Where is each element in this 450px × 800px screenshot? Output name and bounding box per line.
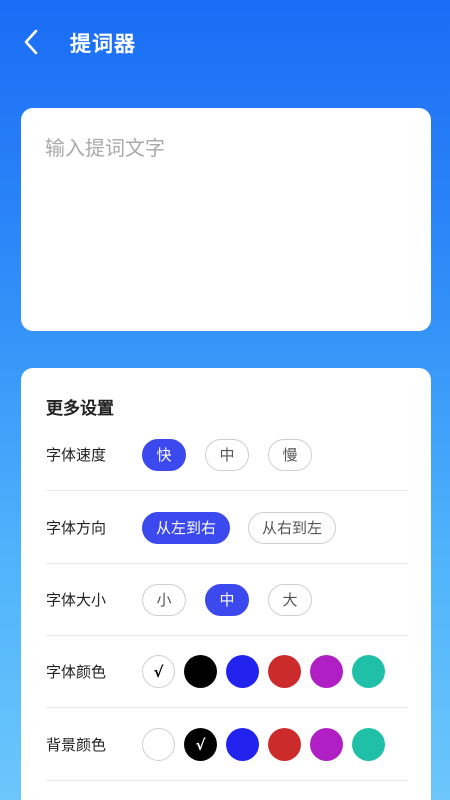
prompt-text-card	[21, 108, 431, 331]
size-option-large[interactable]: 大	[268, 583, 312, 616]
bg-color-swatch-white[interactable]	[142, 728, 175, 761]
size-row: 字体大小 小 中 大	[46, 564, 408, 636]
speed-option-fast[interactable]: 快	[142, 438, 186, 471]
bg-color-swatch-blue[interactable]	[226, 728, 259, 761]
bg-color-row: 背景颜色 √	[46, 709, 408, 781]
back-button[interactable]	[14, 24, 48, 60]
font-color-swatch-black[interactable]	[184, 655, 217, 688]
settings-card: 更多设置 字体速度 快 中 慢 字体方向 从左到右 从右到左 字体大小 小 中 …	[21, 368, 431, 800]
font-color-swatch-teal[interactable]	[352, 655, 385, 688]
font-color-swatch-white[interactable]: √	[142, 655, 175, 688]
font-color-swatch-red[interactable]	[268, 655, 301, 688]
bg-color-swatch-red[interactable]	[268, 728, 301, 761]
bg-color-swatches: √	[142, 728, 394, 761]
font-color-swatch-blue[interactable]	[226, 655, 259, 688]
settings-title: 更多设置	[46, 399, 114, 419]
font-color-swatch-purple[interactable]	[310, 655, 343, 688]
direction-option-right-to-left[interactable]: 从右到左	[248, 511, 337, 544]
speed-row: 字体速度 快 中 慢	[46, 419, 408, 491]
direction-row: 字体方向 从左到右 从右到左	[46, 492, 408, 564]
direction-option-left-to-right[interactable]: 从左到右	[142, 511, 231, 544]
bg-color-swatch-purple[interactable]	[310, 728, 343, 761]
page-title: 提词器	[70, 32, 136, 56]
bg-color-label: 背景颜色	[46, 736, 107, 754]
size-option-small[interactable]: 小	[142, 583, 186, 616]
check-mark-icon: √	[153, 662, 164, 681]
check-mark-icon: √	[195, 735, 206, 754]
font-color-label: 字体颜色	[46, 663, 107, 681]
chevron-left-icon	[24, 29, 38, 55]
prompt-text-input[interactable]	[21, 108, 431, 331]
size-label: 字体大小	[46, 591, 107, 609]
size-option-medium[interactable]: 中	[205, 583, 249, 616]
speed-label: 字体速度	[46, 446, 107, 464]
speed-option-slow[interactable]: 慢	[268, 438, 312, 471]
app-header: 提词器	[0, 0, 450, 86]
font-color-swatches: √	[142, 655, 394, 688]
font-color-row: 字体颜色 √	[46, 636, 408, 708]
direction-label: 字体方向	[46, 519, 107, 537]
speed-option-medium[interactable]: 中	[205, 438, 249, 471]
bg-color-swatch-teal[interactable]	[352, 728, 385, 761]
bg-color-swatch-black[interactable]: √	[184, 728, 217, 761]
